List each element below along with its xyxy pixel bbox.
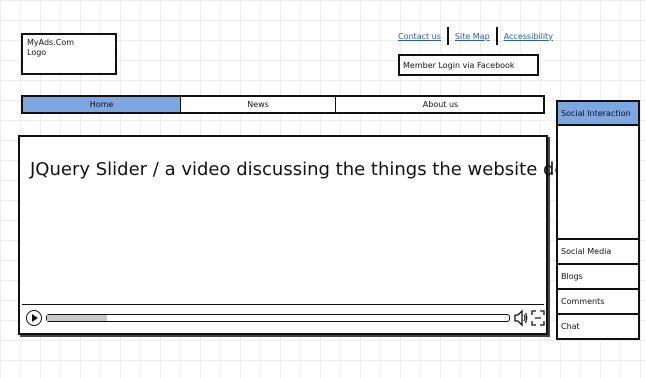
video-title: JQuery Slider / a video discussing the t… xyxy=(30,159,586,180)
seek-bar[interactable] xyxy=(46,314,510,322)
sidebar-item-label: Comments xyxy=(561,297,605,306)
nav-tab-about-us[interactable]: About us xyxy=(336,97,545,112)
sidebar-header[interactable]: Social Interaction xyxy=(558,102,638,126)
link-divider xyxy=(495,27,498,45)
accessibility-link[interactable]: Accessibility xyxy=(504,32,553,41)
sidebar-item-label: Chat xyxy=(561,322,580,331)
video-slider-panel[interactable]: JQuery Slider / a video discussing the t… xyxy=(18,135,586,335)
volume-icon[interactable] xyxy=(514,309,528,327)
nav-tab-label: News xyxy=(247,100,269,109)
social-sidebar: Social Interaction Social Media Blogs Co… xyxy=(556,100,640,340)
logo-label: Logo xyxy=(27,48,47,57)
sidebar-item-label: Social Media xyxy=(561,247,612,256)
facebook-login-button[interactable]: Member Login via Facebook xyxy=(398,54,539,76)
sidebar-item-social-media[interactable]: Social Media xyxy=(558,238,638,263)
nav-tab-label: About us xyxy=(422,100,459,109)
seek-progress xyxy=(47,315,108,321)
main-nav: Home News About us xyxy=(21,95,545,114)
nav-tab-news[interactable]: News xyxy=(181,97,336,112)
sidebar-item-chat[interactable]: Chat xyxy=(558,313,638,338)
site-map-link[interactable]: Site Map xyxy=(455,32,490,41)
play-triangle xyxy=(32,314,38,322)
contact-us-link[interactable]: Contact us xyxy=(398,32,441,41)
site-name: MyAds.Com xyxy=(27,38,75,47)
sidebar-item-blogs[interactable]: Blogs xyxy=(558,263,638,288)
sidebar-item-label: Blogs xyxy=(561,272,583,281)
sidebar-header-label: Social Interaction xyxy=(561,109,631,118)
nav-tab-home[interactable]: Home xyxy=(23,97,181,112)
play-icon[interactable] xyxy=(26,310,42,326)
nav-tab-label: Home xyxy=(89,100,114,109)
link-divider xyxy=(446,27,449,45)
fullscreen-icon[interactable] xyxy=(531,309,545,327)
facebook-login-label: Member Login via Facebook xyxy=(403,61,515,70)
sidebar-item-comments[interactable]: Comments xyxy=(558,288,638,313)
logo-box[interactable]: MyAds.Com Logo xyxy=(21,33,117,75)
top-links: Contact us Site Map Accessibility xyxy=(398,26,553,46)
video-controls xyxy=(22,304,545,330)
